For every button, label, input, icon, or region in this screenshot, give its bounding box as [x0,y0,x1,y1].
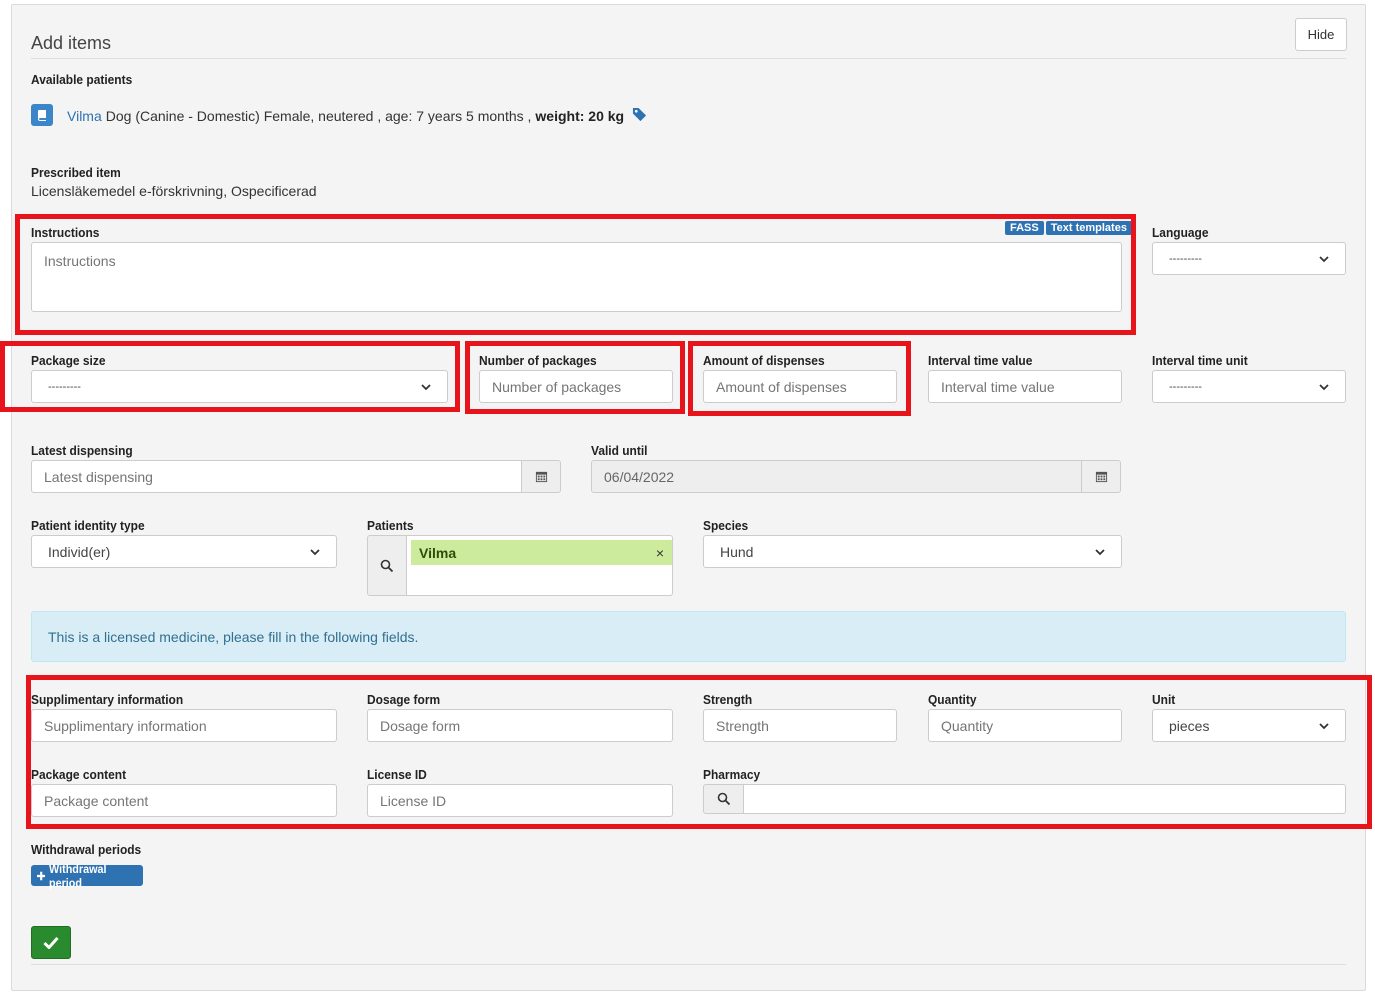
alert-text: This is a licensed medicine, please fill… [48,628,419,645]
number-of-packages-input[interactable] [479,370,673,403]
patient-identity-type-value: Individ(er) [48,543,111,560]
patients-multiselect[interactable]: Vilma × [406,535,673,596]
language-select[interactable]: --------- [1152,242,1346,275]
instructions-badges: FASS Text templates [1005,221,1132,235]
species-select[interactable]: Hund [703,535,1122,568]
latest-dispensing-label: Latest dispensing [31,443,133,458]
pharmacy-search-addon[interactable] [703,784,744,814]
withdrawal-periods-label: Withdrawal periods [31,842,142,857]
package-content-input[interactable] [31,784,337,817]
chevron-down-icon [1319,722,1329,729]
add-items-panel [11,4,1366,991]
instructions-textarea[interactable] [31,242,1122,312]
hide-button[interactable]: Hide [1295,18,1347,51]
quantity-label: Quantity [928,692,977,707]
interval-time-unit-label: Interval time unit [1152,353,1248,368]
chevron-down-icon [1095,548,1105,555]
license-id-input[interactable] [367,784,673,817]
strength-input[interactable] [703,709,897,742]
patient-link[interactable]: Vilma [67,108,102,124]
interval-time-value-label: Interval time value [928,353,1033,368]
tag-icon[interactable] [632,107,647,125]
book-icon[interactable] [31,104,53,126]
package-content-label: Package content [31,767,127,782]
patient-identity-type-select[interactable]: Individ(er) [31,535,337,568]
patient-chip: Vilma × [411,540,672,565]
plus-icon [37,871,46,880]
strength-label: Strength [703,692,753,707]
amount-of-dispenses-label: Amount of dispenses [703,353,825,368]
page-title: Add items [31,33,112,53]
patient-identity-type-label: Patient identity type [31,518,145,533]
patients-search-addon[interactable] [367,535,407,596]
dosage-form-input[interactable] [367,709,673,742]
remove-patient-icon[interactable]: × [656,545,664,561]
pharmacy-label: Pharmacy [703,767,761,782]
supplementary-input[interactable] [31,709,337,742]
save-button[interactable] [31,926,71,959]
add-withdrawal-period-button[interactable]: Withdrawal period [31,862,143,890]
withdrawal-button-label: Withdrawal period [49,861,107,890]
search-icon [380,559,394,572]
footer-divider [31,964,1346,965]
patient-chip-label: Vilma [419,544,457,561]
chevron-down-icon [1319,255,1329,262]
unit-value: pieces [1169,717,1210,734]
supplementary-label: Supplimentary information [31,692,184,707]
text-templates-badge[interactable]: Text templates [1045,221,1132,235]
language-value: --------- [1169,252,1202,265]
species-value: Hund [720,543,754,560]
valid-until-label: Valid until [591,443,648,458]
latest-dispensing-input[interactable] [31,460,522,493]
licensed-medicine-alert: This is a licensed medicine, please fill… [31,611,1346,662]
search-icon [717,792,730,806]
valid-until-value: 06/04/2022 [604,468,675,485]
interval-time-value-input[interactable] [928,370,1122,403]
instructions-label: Instructions [31,225,100,240]
amount-of-dispenses-input[interactable] [703,370,897,403]
patient-weight: weight: 20 kg [535,108,625,124]
interval-time-unit-value: --------- [1169,380,1202,393]
package-size-select[interactable]: --------- [31,370,448,403]
package-size-value: --------- [48,380,81,393]
unit-select[interactable]: pieces [1152,709,1346,742]
available-patients-label: Available patients [31,72,133,87]
species-label: Species [703,518,749,533]
unit-label: Unit [1152,692,1176,707]
interval-time-unit-select[interactable]: --------- [1152,370,1346,403]
package-size-label: Package size [31,353,106,368]
quantity-input[interactable] [928,709,1122,742]
header-divider [31,58,1346,59]
dosage-form-label: Dosage form [367,692,441,707]
chevron-down-icon [421,383,431,390]
patient-summary: Vilma Dog (Canine - Domestic) Female, ne… [67,107,647,125]
license-id-label: License ID [367,767,427,782]
prescribed-item-value: Licensläkemedel e-förskrivning, Ospecifi… [31,183,317,199]
valid-until-input: 06/04/2022 [591,460,1082,493]
patients-label: Patients [367,518,414,533]
calendar-icon [1095,471,1107,483]
chevron-down-icon [1319,383,1329,390]
fass-badge[interactable]: FASS [1005,221,1044,235]
number-of-packages-label: Number of packages [479,353,597,368]
patient-description: Dog (Canine - Domestic) Female, neutered… [105,108,532,124]
language-label: Language [1152,225,1209,240]
valid-until-calendar-button[interactable] [1081,460,1121,493]
calendar-icon [535,471,547,483]
pharmacy-input[interactable] [743,784,1346,814]
latest-dispensing-calendar-button[interactable] [521,460,561,493]
check-icon [43,936,59,949]
chevron-down-icon [310,548,320,555]
prescribed-item-label: Prescribed item [31,165,121,180]
